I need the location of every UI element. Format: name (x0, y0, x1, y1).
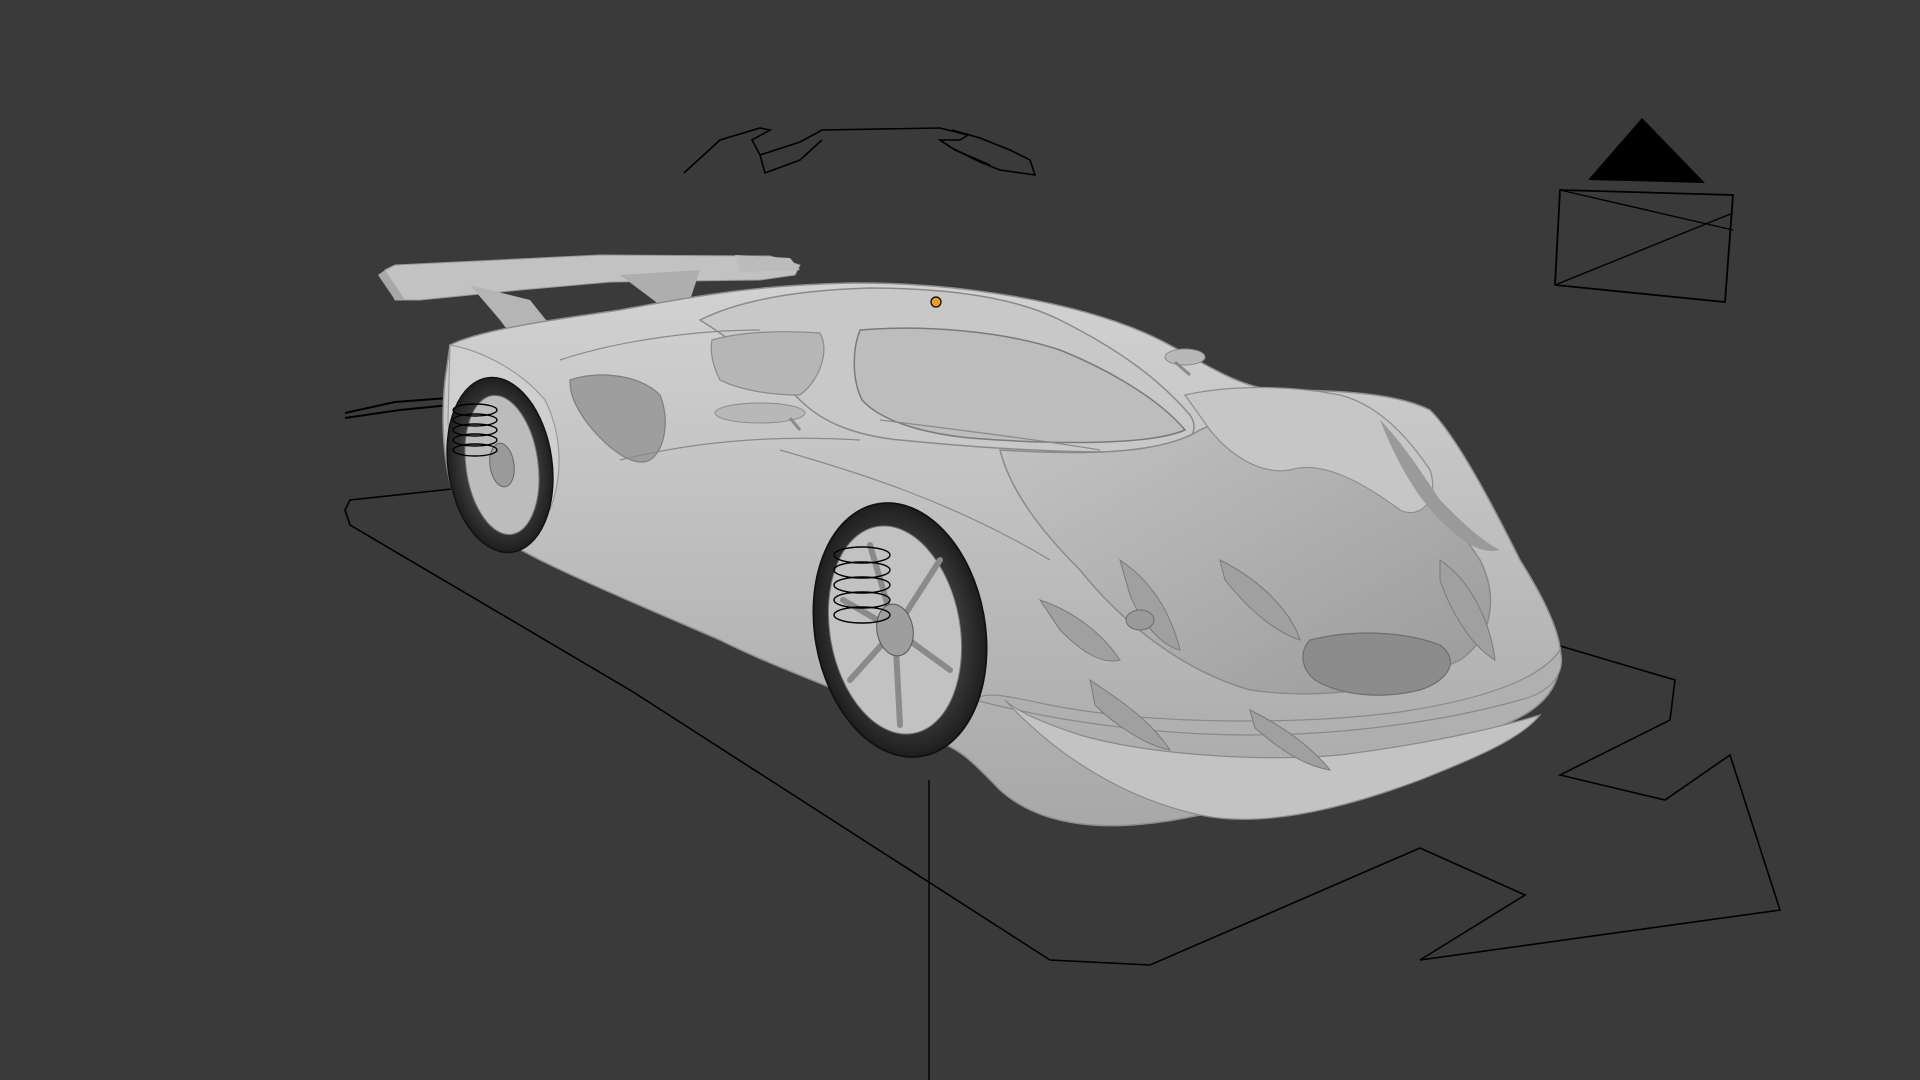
3d-viewport[interactable] (0, 0, 1920, 1080)
viewport-canvas[interactable] (0, 0, 1920, 1080)
object-origin-icon[interactable] (930, 296, 942, 308)
headlight (1125, 609, 1155, 631)
rear-axle-control[interactable] (344, 397, 451, 419)
car-mesh[interactable] (378, 254, 1563, 827)
spoiler-control[interactable] (683, 127, 1037, 176)
camera-gizmo-icon[interactable] (1554, 118, 1734, 303)
